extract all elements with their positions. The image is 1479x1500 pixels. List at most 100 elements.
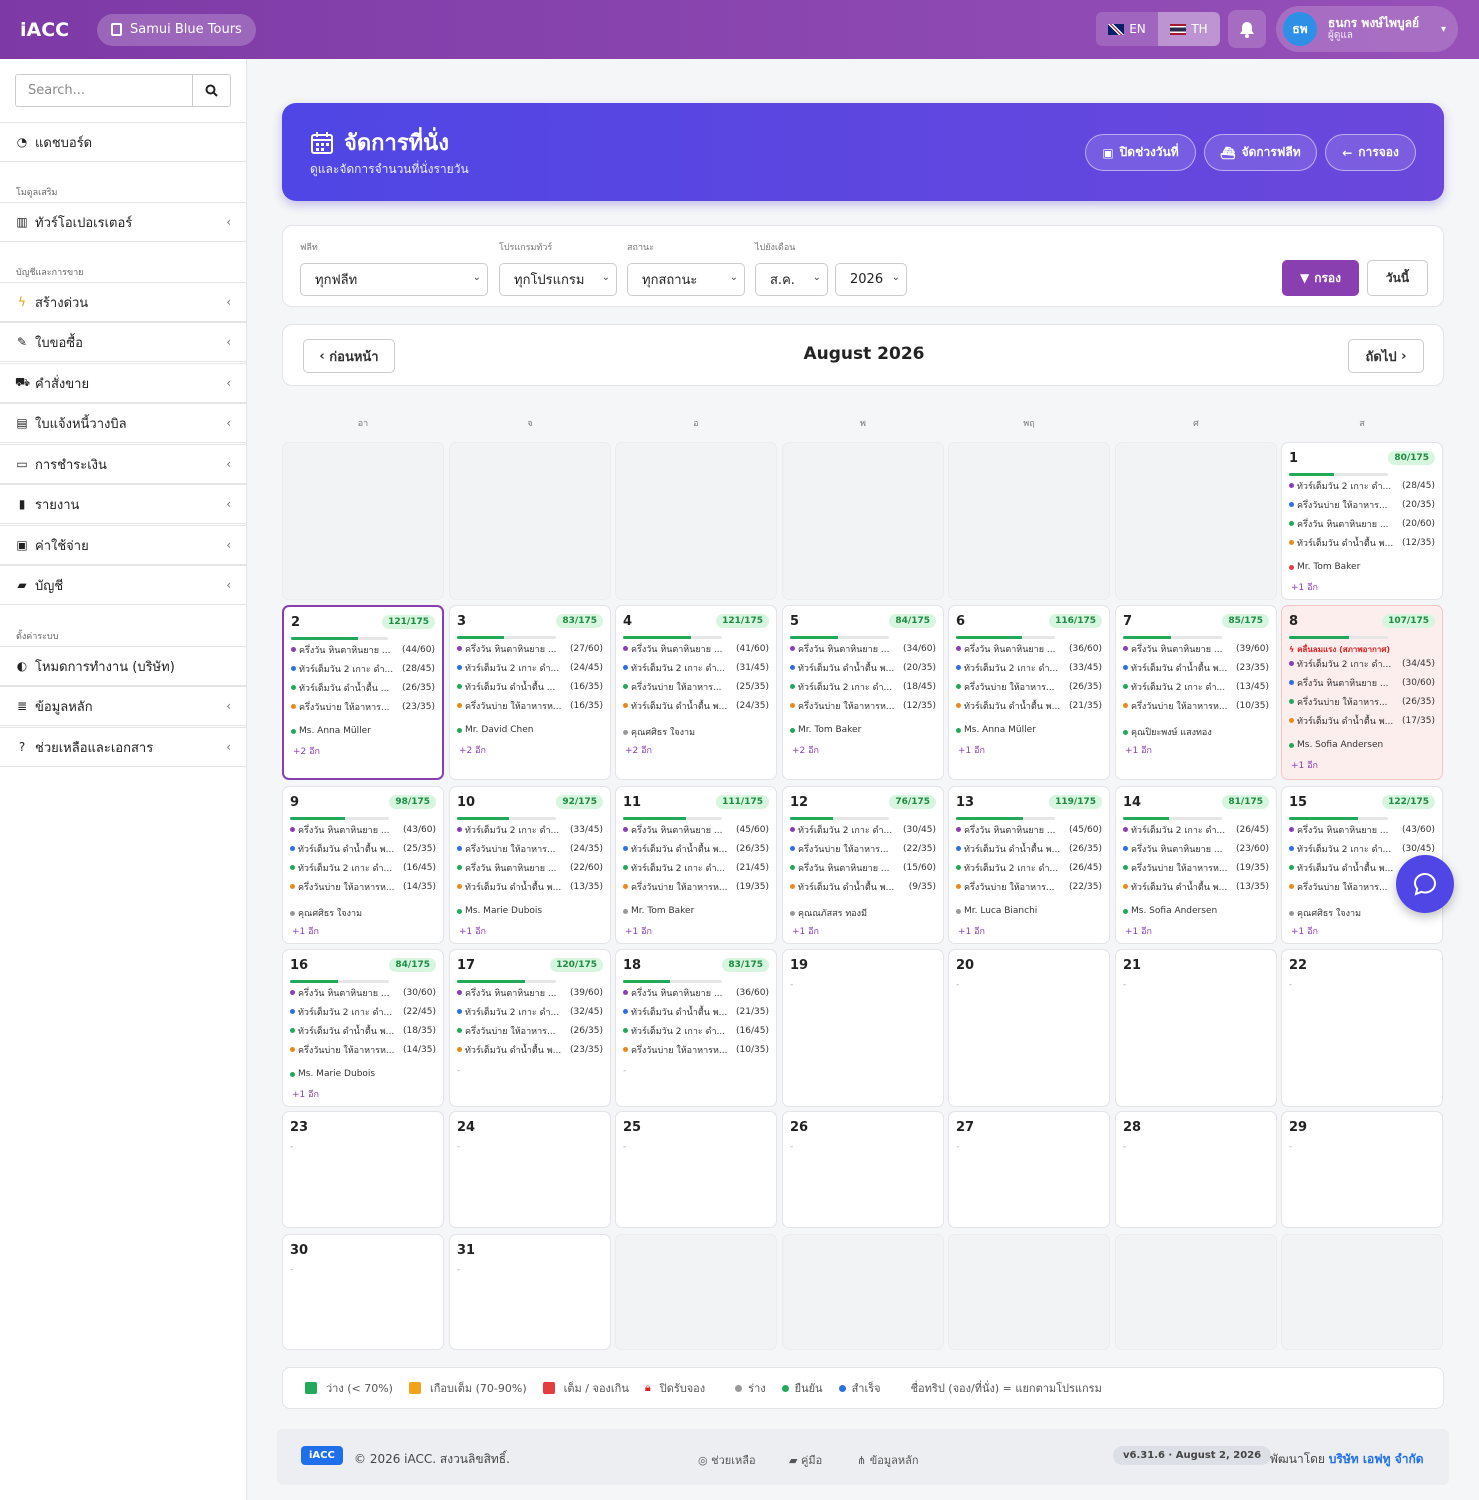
booking-guest[interactable]: Ms. Anna Müller <box>291 726 371 736</box>
booking-guest[interactable]: Mr. David Chen <box>457 725 533 735</box>
trip-row[interactable]: ทัวร์เต็มวัน ดำน้ำตื้น พ... (13/35) <box>1123 877 1269 896</box>
trip-row[interactable]: ครึ่งวัน หินตาหินยาย ... (45/60) <box>623 820 769 839</box>
day-cell[interactable]: 12 76/175 ทัวร์เต็มวัน 2 เกาะ ดำ... (30/45)… <box>782 786 944 944</box>
trip-row[interactable]: ครึ่งวันบ่าย ให้อาหาร... (22/35) <box>790 839 936 858</box>
trip-row[interactable]: ครึ่งวันบ่าย ให้อาหาร... (26/35) <box>956 677 1102 696</box>
sidebar-item-sales-order[interactable]: ⛟ คำสั่งขาย ‹ <box>0 363 246 403</box>
status-select[interactable]: ทุกสถานะ ⌄ <box>627 263 745 296</box>
trip-row[interactable]: ทัวร์เต็มวัน ดำน้ำตื้น พ... (20/35) <box>790 658 936 677</box>
trip-row[interactable]: ทัวร์เต็มวัน 2 เกาะ ดำ... (26/45) <box>956 858 1102 877</box>
more-link[interactable]: +2 อีก <box>293 744 320 758</box>
manage-fleet-button[interactable]: ⛴ จัดการฟลีท <box>1204 134 1317 171</box>
sidebar-item-expense[interactable]: ▣ ค่าใช้จ่าย ‹ <box>0 525 246 565</box>
sidebar-item-account[interactable]: ▰ บัญชี ‹ <box>0 565 246 605</box>
more-link[interactable]: +1 อีก <box>459 924 486 938</box>
trip-row[interactable]: ทัวร์เต็มวัน ดำน้ำตื้น พ... (26/35) <box>623 839 769 858</box>
trip-row[interactable]: ทัวร์เต็มวัน 2 เกาะ ดำ... (33/45) <box>457 820 603 839</box>
trip-row[interactable]: ทัวร์เต็มวัน 2 เกาะ ดำ... (24/45) <box>457 658 603 677</box>
fleet-select[interactable]: ทุกฟลีท ⌄ <box>300 263 488 296</box>
booking-guest[interactable]: Ms. Marie Dubois <box>290 1069 375 1079</box>
day-cell[interactable]: 18 83/175 ครึ่งวัน หินตาหินยาย ... (36/60) ท… <box>615 949 777 1107</box>
more-link[interactable]: +1 อีก <box>958 743 985 757</box>
trip-row[interactable]: ครึ่งวัน หินตาหินยาย ... (45/60) <box>956 820 1102 839</box>
footer-master-link[interactable]: ⋔ ข้อมูลหลัก <box>857 1451 919 1469</box>
user-menu[interactable]: ธพ ธนกร พงษ์ไพบูลย์ ผู้ดูแล ▾ <box>1276 6 1458 52</box>
trip-row[interactable]: ครึ่งวันบ่าย ให้อาหาร... (22/35) <box>956 877 1102 896</box>
more-link[interactable]: +1 อีก <box>792 924 819 938</box>
trip-row[interactable]: ทัวร์เต็มวัน 2 เกาะ ดำ... (13/45) <box>1123 677 1269 696</box>
sidebar-item-invoice[interactable]: ▤ ใบแจ้งหนี้วางบิล ‹ <box>0 403 246 443</box>
sidebar-item-payment[interactable]: ▭ การชำระเงิน ‹ <box>0 444 246 484</box>
trip-row[interactable]: ครึ่งวัน หินตาหินยาย ... (15/60) <box>790 858 936 877</box>
trip-row[interactable]: ครึ่งวันบ่าย ให้อาหาร... (24/35) <box>457 839 603 858</box>
day-cell[interactable]: 25 - <box>615 1111 777 1228</box>
booking-guest[interactable]: Mr. Luca Bianchi <box>956 906 1037 916</box>
sidebar-item-master-data[interactable]: ≣ ข้อมูลหลัก ‹ <box>0 686 246 726</box>
trip-row[interactable]: ทัวร์เต็มวัน 2 เกาะ ดำ... (30/45) <box>790 820 936 839</box>
day-cell[interactable]: 29 - <box>1281 1111 1443 1228</box>
next-month-button[interactable]: ถัดไป › <box>1348 339 1424 373</box>
more-link[interactable]: +1 อีก <box>1125 924 1152 938</box>
booking-guest[interactable]: คุณศศิธร ใจงาม <box>1289 906 1361 920</box>
day-cell[interactable]: 4 121/175 ครึ่งวัน หินตาหินยาย ... (41/60) ท… <box>615 605 777 780</box>
day-cell[interactable]: 3 83/175 ครึ่งวัน หินตาหินยาย ... (27/60) ทั… <box>449 605 611 780</box>
notifications-button[interactable] <box>1228 10 1266 48</box>
trip-row[interactable]: ทัวร์เต็มวัน ดำน้ำตื้น พ... (18/35) <box>290 1021 436 1040</box>
day-cell[interactable]: 11 111/175 ครึ่งวัน หินตาหินยาย ... (45/60)… <box>615 786 777 944</box>
close-date-range-button[interactable]: ▣ ปิดช่วงวันที่ <box>1085 134 1196 171</box>
trip-row[interactable]: ครึ่งวัน หินตาหินยาย ... (36/60) <box>956 639 1102 658</box>
trip-row[interactable]: ครึ่งวันบ่าย ให้อาหารห... (14/35) <box>290 1040 436 1059</box>
trip-row[interactable]: ครึ่งวันบ่าย ให้อาหารห... (10/35) <box>1123 696 1269 715</box>
trip-row[interactable]: ทัวร์เต็มวัน 2 เกาะ ดำ... (28/45) <box>291 659 435 678</box>
sidebar-item-report[interactable]: ▮ รายงาน ‹ <box>0 484 246 524</box>
trip-row[interactable]: ทัวร์เต็มวัน 2 เกาะ ดำ... (33/45) <box>956 658 1102 677</box>
booking-guest[interactable]: Mr. Tom Baker <box>623 906 694 916</box>
day-cell[interactable]: 10 92/175 ทัวร์เต็มวัน 2 เกาะ ดำ... (33/45)… <box>449 786 611 944</box>
trip-row[interactable]: ครึ่งวัน หินตาหินยาย ... (22/60) <box>457 858 603 877</box>
day-cell[interactable]: 22 - <box>1281 949 1443 1107</box>
day-cell[interactable]: 2 121/175 ครึ่งวัน หินตาหินยาย ... (44/60) ท… <box>282 605 444 780</box>
month-select[interactable]: ส.ค. ⌄ <box>755 263 828 296</box>
trip-row[interactable]: ทัวร์เต็มวัน 2 เกาะ ดำ... (31/45) <box>623 658 769 677</box>
day-cell[interactable]: 16 84/175 ครึ่งวัน หินตาหินยาย ... (30/60) ท… <box>282 949 444 1107</box>
booking-guest[interactable]: คุณศศิธร ใจงาม <box>290 906 362 920</box>
trip-row[interactable]: ครึ่งวันบ่าย ให้อาหาร... (26/35) <box>457 1021 603 1040</box>
day-cell[interactable]: 21 - <box>1115 949 1277 1107</box>
trip-row[interactable]: ครึ่งวันบ่าย ให้อาหารห... (19/35) <box>623 877 769 896</box>
sidebar-item-help[interactable]: ? ช่วยเหลือและเอกสาร ‹ <box>0 727 246 767</box>
more-link[interactable]: +2 อีก <box>792 743 819 757</box>
more-link[interactable]: +2 อีก <box>625 743 652 757</box>
brand-logo[interactable]: iACC <box>20 19 80 41</box>
more-link[interactable]: +1 อีก <box>1291 924 1318 938</box>
trip-row[interactable]: ครึ่งวัน หินตาหินยาย ... (44/60) <box>291 640 435 659</box>
trip-row[interactable]: ครึ่งวันบ่าย ให้อาหารห... (16/35) <box>457 696 603 715</box>
booking-guest[interactable]: Mr. Tom Baker <box>1289 562 1360 572</box>
trip-row[interactable]: ทัวร์เต็มวัน ดำน้ำตื้น พ... (9/35) <box>790 877 936 896</box>
search-input[interactable]: Search... <box>16 75 192 106</box>
more-link[interactable]: +1 อีก <box>625 924 652 938</box>
more-link[interactable]: +2 อีก <box>459 743 486 757</box>
trip-row[interactable]: ทัวร์เต็มวัน ดำน้ำตื้น พ... (24/35) <box>623 696 769 715</box>
developer-link[interactable]: บริษัท เอฟทู จำกัด <box>1329 1452 1424 1466</box>
trip-row[interactable]: ทัวร์เต็มวัน 2 เกาะ ดำ... (28/45) <box>1289 476 1435 495</box>
sidebar-item-tour-operator[interactable]: ▥ ทัวร์โอเปอเรเตอร์ ‹ <box>0 202 246 242</box>
footer-help-link[interactable]: ◎ ช่วยเหลือ <box>698 1451 756 1469</box>
company-switcher[interactable]: Samui Blue Tours <box>97 13 256 46</box>
booking-guest[interactable]: คุณศศิธร ใจงาม <box>623 725 695 739</box>
sidebar-item-dashboard[interactable]: ◔ แดชบอร์ด <box>0 122 246 162</box>
booking-guest[interactable]: Ms. Marie Dubois <box>457 906 542 916</box>
booking-guest[interactable]: Mr. Tom Baker <box>790 725 861 735</box>
booking-guest[interactable]: คุณณภัสสร ทองมี <box>790 906 867 920</box>
day-cell[interactable]: 20 - <box>948 949 1110 1107</box>
more-link[interactable]: +1 อีก <box>292 924 319 938</box>
back-to-bookings-button[interactable]: ← การจอง <box>1325 134 1416 171</box>
booking-guest[interactable]: คุณปิยะพงษ์ แสงทอง <box>1123 725 1212 739</box>
search-button[interactable] <box>192 75 230 106</box>
more-link[interactable]: +1 อีก <box>1125 743 1152 757</box>
trip-row[interactable]: ทัวร์เต็มวัน 2 เกาะ ดำ... (32/45) <box>457 1002 603 1021</box>
more-link[interactable]: +1 อีก <box>958 924 985 938</box>
trip-row[interactable]: ทัวร์เต็มวัน ดำน้ำตื้น ... (26/35) <box>291 678 435 697</box>
chat-button[interactable] <box>1396 855 1454 913</box>
trip-row[interactable]: ทัวร์เต็มวัน ดำน้ำตื้น พ... (23/35) <box>1123 658 1269 677</box>
footer-manual-link[interactable]: ▰ คู่มือ <box>789 1451 822 1469</box>
